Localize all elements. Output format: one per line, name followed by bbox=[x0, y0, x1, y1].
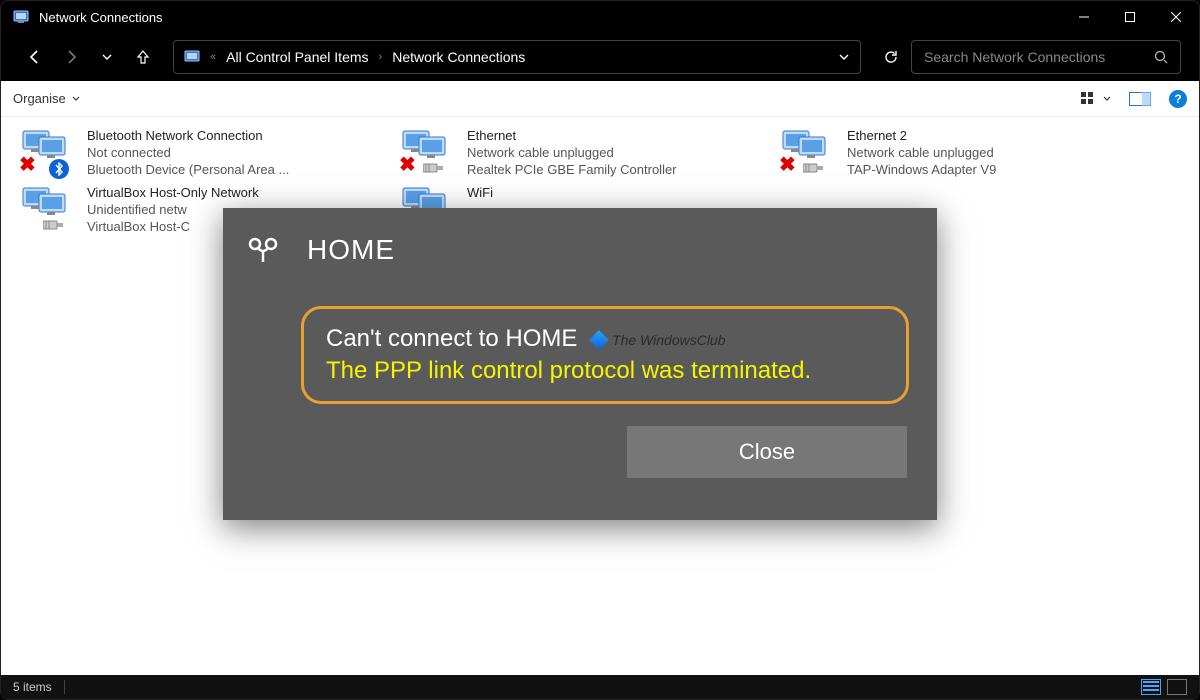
connection-name: VirtualBox Host-Only Network bbox=[87, 184, 259, 201]
maximize-button[interactable] bbox=[1107, 1, 1153, 33]
connection-icon: ✖ bbox=[21, 127, 77, 175]
dialog-title: HOME bbox=[307, 234, 395, 266]
refresh-button[interactable] bbox=[875, 41, 907, 73]
chevron-down-icon bbox=[72, 95, 80, 103]
app-icon bbox=[13, 9, 29, 25]
breadcrumb-parent[interactable]: All Control Panel Items bbox=[226, 49, 368, 65]
dialog-close-button[interactable]: Close bbox=[627, 426, 907, 478]
search-icon bbox=[1154, 50, 1168, 64]
dialog-message-box: Can't connect to HOME The WindowsClub Th… bbox=[301, 306, 909, 404]
connection-icon: ✖ bbox=[781, 127, 837, 175]
large-icons-view-button[interactable] bbox=[1167, 679, 1187, 695]
location-icon bbox=[184, 49, 200, 65]
plug-icon bbox=[43, 218, 65, 232]
connection-item[interactable]: ✖ Ethernet 2Network cable unpluggedTAP-Wi… bbox=[781, 127, 1131, 178]
command-bar: Organise ? bbox=[1, 81, 1199, 117]
connection-status: Network cable unplugged bbox=[847, 144, 996, 161]
connection-status: Not connected bbox=[87, 144, 289, 161]
breadcrumb-current[interactable]: Network Connections bbox=[392, 49, 525, 65]
help-button[interactable]: ? bbox=[1169, 90, 1187, 108]
organise-menu[interactable]: Organise bbox=[13, 91, 80, 106]
window-title: Network Connections bbox=[39, 10, 1061, 25]
content-pane: Organise ? ✖ Bluetooth Network Connection… bbox=[1, 81, 1199, 675]
dialog-error-heading: Can't connect to HOME bbox=[326, 325, 577, 352]
connection-device: TAP-Windows Adapter V9 bbox=[847, 161, 996, 178]
recent-dropdown[interactable] bbox=[91, 41, 123, 73]
chevron-right-icon: › bbox=[379, 51, 383, 63]
close-button[interactable] bbox=[1153, 1, 1199, 33]
connection-name: Bluetooth Network Connection bbox=[87, 127, 289, 144]
nav-bar: « All Control Panel Items › Network Conn… bbox=[1, 33, 1199, 81]
chevron-left-icon: « bbox=[210, 51, 216, 63]
view-options-button[interactable] bbox=[1081, 92, 1111, 106]
connection-item[interactable]: ✖ Bluetooth Network ConnectionNot connect… bbox=[21, 127, 371, 178]
up-button[interactable] bbox=[127, 41, 159, 73]
connection-name: Ethernet 2 bbox=[847, 127, 996, 144]
status-bar: 5 items bbox=[1, 675, 1199, 699]
connection-name: Ethernet bbox=[467, 127, 677, 144]
address-dropdown[interactable] bbox=[838, 51, 850, 63]
connection-icon bbox=[21, 184, 77, 232]
back-button[interactable] bbox=[19, 41, 51, 73]
search-placeholder: Search Network Connections bbox=[924, 49, 1144, 65]
details-view-button[interactable] bbox=[1141, 679, 1161, 695]
organise-label: Organise bbox=[13, 91, 66, 106]
forward-button[interactable] bbox=[55, 41, 87, 73]
vpn-error-dialog: HOME Can't connect to HOME The WindowsCl… bbox=[223, 208, 937, 520]
item-count: 5 items bbox=[13, 680, 52, 694]
connection-icon: ✖ bbox=[401, 127, 457, 175]
vpn-icon bbox=[243, 236, 283, 264]
disconnected-icon: ✖ bbox=[19, 152, 36, 177]
connection-device: Bluetooth Device (Personal Area ... bbox=[87, 161, 289, 178]
bluetooth-icon bbox=[49, 159, 69, 179]
plug-icon bbox=[423, 161, 445, 175]
title-bar: Network Connections bbox=[1, 1, 1199, 33]
connection-name: WiFi bbox=[467, 184, 493, 201]
search-input[interactable]: Search Network Connections bbox=[911, 40, 1181, 74]
plug-icon bbox=[803, 161, 825, 175]
address-bar[interactable]: « All Control Panel Items › Network Conn… bbox=[173, 40, 861, 74]
connection-item[interactable]: ✖ EthernetNetwork cable unpluggedRealtek … bbox=[401, 127, 751, 178]
disconnected-icon: ✖ bbox=[779, 152, 796, 177]
disconnected-icon: ✖ bbox=[399, 152, 416, 177]
watermark: The WindowsClub bbox=[592, 332, 725, 348]
connection-status: Network cable unplugged bbox=[467, 144, 677, 161]
dialog-error-detail: The PPP link control protocol was termin… bbox=[326, 357, 884, 385]
preview-pane-button[interactable] bbox=[1129, 92, 1151, 106]
minimize-button[interactable] bbox=[1061, 1, 1107, 33]
connection-device: Realtek PCIe GBE Family Controller bbox=[467, 161, 677, 178]
